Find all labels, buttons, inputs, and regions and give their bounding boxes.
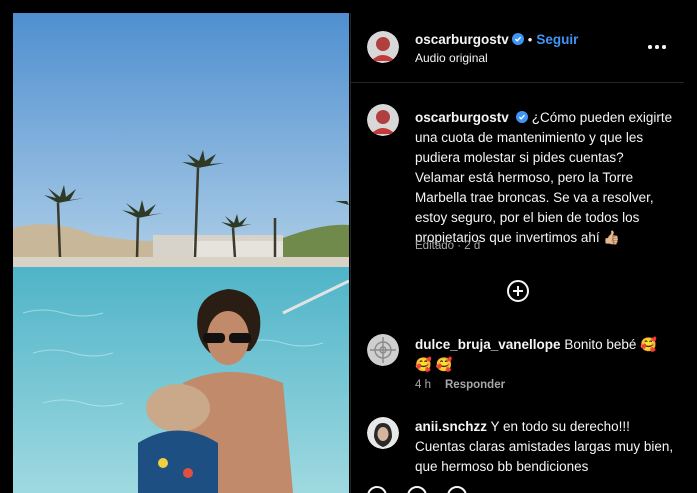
follow-button[interactable]: Seguir <box>536 32 578 47</box>
avatar-image <box>367 334 399 366</box>
comment-meta: 4 h Responder <box>415 379 505 391</box>
reply-button[interactable]: Responder <box>445 379 505 391</box>
avatar-image <box>367 31 399 63</box>
header-user-line: oscarburgostv • Seguir <box>415 31 578 49</box>
caption-meta: Editado · 2 d <box>415 240 481 252</box>
author-avatar[interactable] <box>367 31 399 63</box>
comment-time: 4 h <box>415 379 431 391</box>
share-icon[interactable] <box>447 486 467 493</box>
comment-item: anii.snchzz Y en todo su derecho!!! Cuen… <box>415 417 675 477</box>
caption-author-avatar[interactable] <box>367 104 399 136</box>
more-options-icon[interactable] <box>647 37 667 57</box>
action-bar <box>367 486 487 493</box>
comment-username[interactable]: anii.snchzz <box>415 419 487 434</box>
verified-badge-icon <box>515 109 528 123</box>
comment-avatar[interactable] <box>367 417 399 449</box>
avatar-image <box>367 417 399 449</box>
post-media[interactable] <box>13 13 349 493</box>
post-header: oscarburgostv • Seguir Audio original <box>351 13 684 83</box>
post-details-panel: oscarburgostv • Seguir Audio original osca… <box>350 13 684 493</box>
comment-icon[interactable] <box>407 486 427 493</box>
separator-dot: • <box>527 32 533 47</box>
comment-username[interactable]: dulce_bruja_vanellope <box>415 337 561 352</box>
caption-author-username[interactable]: oscarburgostv <box>415 110 509 125</box>
comment-item: dulce_bruja_vanellope Bonito bebé 🥰 🥰 🥰 <box>415 335 675 375</box>
avatar-image <box>367 104 399 136</box>
plus-circle-icon[interactable] <box>506 279 530 303</box>
instagram-post-viewer: oscarburgostv • Seguir Audio original osca… <box>0 0 697 493</box>
verified-badge-icon <box>511 32 524 45</box>
pool-photo <box>13 13 349 493</box>
post-caption: oscarburgostv ¿Cómo pueden exigirte una c… <box>415 108 675 248</box>
caption-text: ¿Cómo pueden exigirte una cuota de mante… <box>415 110 673 245</box>
comment-avatar[interactable] <box>367 334 399 366</box>
author-username[interactable]: oscarburgostv <box>415 32 509 47</box>
like-icon[interactable] <box>367 486 387 493</box>
audio-label[interactable]: Audio original <box>415 51 488 65</box>
